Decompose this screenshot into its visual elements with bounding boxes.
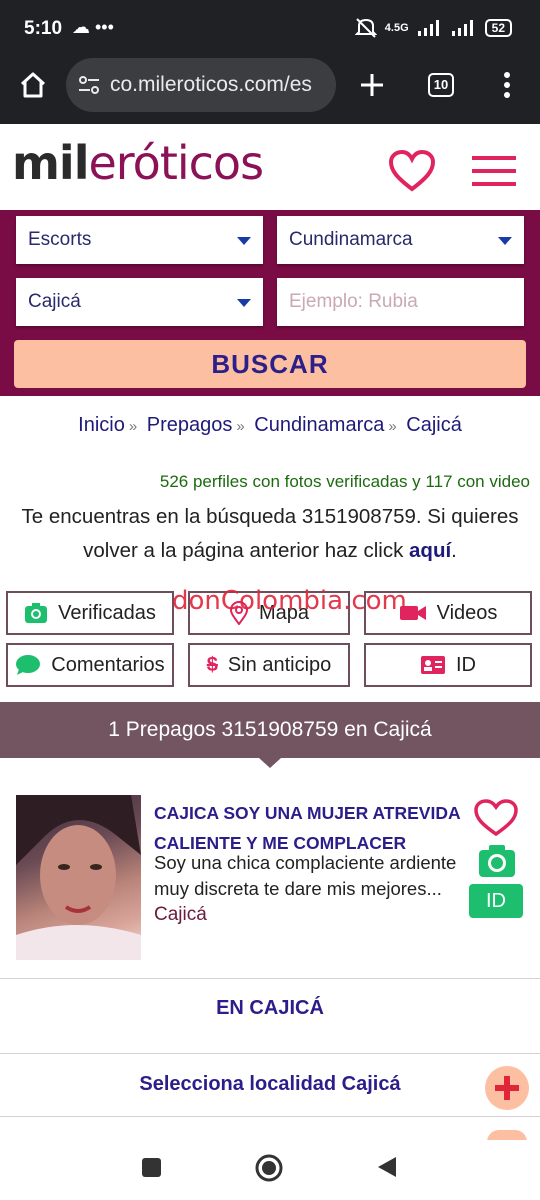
filter-id-button[interactable]: ID: [364, 643, 532, 687]
divider: [0, 978, 540, 979]
video-camera-icon: [399, 606, 426, 620]
filter-videos-label: Videos: [436, 601, 498, 624]
url-text: co.mileroticos.com/es: [110, 73, 312, 96]
no-money-icon: $: [206, 653, 218, 676]
site-logo[interactable]: mileróticos: [12, 136, 264, 190]
home-icon[interactable]: [18, 70, 48, 100]
breadcrumb: Inicio» Prepagos» Cundinamarca» Cajicá: [78, 414, 462, 436]
verified-camera-icon: [479, 845, 515, 877]
status-bar: 5:10 ☁ ••• 4.5G 52: [0, 0, 540, 56]
filter-comentarios-button[interactable]: Comentarios: [6, 643, 174, 687]
site-settings-icon[interactable]: [78, 75, 100, 95]
hamburger-menu-icon[interactable]: [470, 153, 518, 189]
camera-icon: [25, 603, 48, 623]
cloud-icon: ☁ •••: [72, 17, 114, 37]
status-time: 5:10: [24, 18, 63, 39]
chevron-down-icon: [237, 237, 251, 245]
divider: [0, 1116, 540, 1117]
keyword-placeholder: Ejemplo: Rubia: [289, 291, 418, 312]
breadcrumb-prepagos[interactable]: Prepagos: [147, 414, 233, 436]
keyword-input[interactable]: Ejemplo: Rubia: [277, 278, 524, 326]
filter-verificadas-label: Verificadas: [58, 601, 156, 624]
tab-switcher-button[interactable]: 10: [428, 73, 454, 97]
address-bar[interactable]: co.mileroticos.com/es: [66, 58, 336, 112]
comment-bubble-icon: [16, 655, 41, 675]
section-locality[interactable]: Selecciona localidad Cajicá: [0, 1073, 540, 1096]
filter-videos-button[interactable]: Videos: [364, 591, 532, 635]
filter-mapa-label: Mapa: [258, 601, 310, 624]
category-value: Escorts: [28, 229, 92, 250]
search-button[interactable]: BUSCAR: [14, 340, 526, 388]
filter-mapa-button[interactable]: Mapa: [188, 591, 350, 635]
listing-snippet: Soy una chica complaciente ardiente muy …: [154, 852, 457, 899]
recents-square-icon[interactable]: [142, 1158, 161, 1177]
profile-photo-illustration: [16, 795, 141, 960]
chevron-down-icon: [237, 299, 251, 307]
stats-text: 526 perfiles con fotos verificadas y 117…: [159, 472, 530, 491]
logo-text-2: eróticos: [88, 136, 264, 190]
back-link[interactable]: aquí: [409, 539, 451, 562]
battery-indicator: 52: [484, 19, 512, 37]
favorite-heart-icon[interactable]: [473, 799, 519, 837]
listing-title[interactable]: CAJICA SOY UNA MUJER ATREVIDA CALIENTE Y…: [154, 798, 464, 858]
description-end: .: [451, 539, 457, 562]
filter-id-label: ID: [456, 653, 476, 676]
filter-verificadas-button[interactable]: Verificadas: [6, 591, 174, 635]
category-select[interactable]: Escorts: [16, 216, 263, 264]
status-icons: 4.5G 52: [354, 18, 512, 38]
favorites-heart-icon[interactable]: [388, 150, 436, 192]
filter-sin-anticipo-label: Sin anticipo: [227, 653, 332, 676]
expand-plus-button[interactable]: [485, 1066, 529, 1110]
region-value: Cundinamarca: [289, 229, 413, 250]
breadcrumb-inicio[interactable]: Inicio: [78, 414, 125, 436]
section-en-city[interactable]: EN CAJICÁ: [0, 997, 540, 1020]
network-label: 4.5G: [384, 22, 409, 34]
results-banner: 1 Prepagos 3151908759 en Cajicá: [0, 702, 540, 758]
filter-comentarios-label: Comentarios: [51, 653, 165, 676]
search-description: Te encuentras en la búsqueda 3151908759.…: [10, 500, 530, 568]
id-verified-badge: ID: [469, 884, 523, 918]
signal-icon: [417, 20, 439, 36]
breadcrumb-region[interactable]: Cundinamarca: [254, 414, 384, 436]
chevron-down-icon: [498, 237, 512, 245]
region-select[interactable]: Cundinamarca: [277, 216, 524, 264]
listing-photo[interactable]: [16, 795, 141, 960]
filter-sin-anticipo-button[interactable]: $ Sin anticipo: [188, 643, 350, 687]
signal-icon-2: [451, 20, 473, 36]
mute-icon: [354, 18, 377, 38]
city-select[interactable]: Cajicá: [16, 278, 263, 326]
back-triangle-icon[interactable]: [376, 1155, 398, 1179]
menu-dots-icon[interactable]: [500, 70, 514, 100]
logo-text-1: mil: [12, 136, 89, 190]
listing-location[interactable]: Cajicá: [154, 904, 207, 926]
new-tab-icon[interactable]: [360, 73, 384, 97]
banner-arrow: [259, 758, 281, 768]
breadcrumb-city[interactable]: Cajicá: [406, 414, 462, 436]
id-card-icon: [421, 656, 445, 674]
divider: [0, 1053, 540, 1054]
city-value: Cajicá: [28, 291, 81, 312]
map-pin-icon: [229, 601, 248, 625]
home-circle-icon[interactable]: [255, 1154, 283, 1182]
